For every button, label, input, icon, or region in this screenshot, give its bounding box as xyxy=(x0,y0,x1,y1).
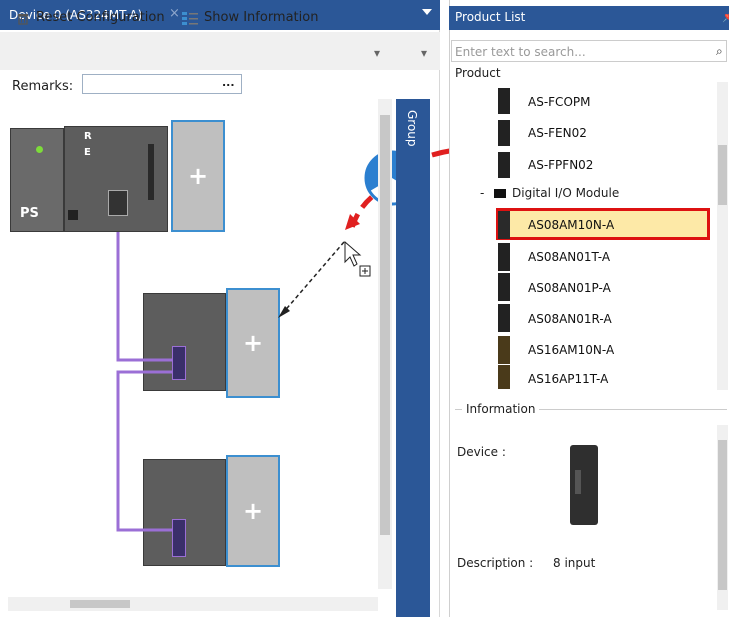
pin-icon[interactable]: 📌 xyxy=(722,10,729,23)
group-side-tab-label: Group xyxy=(405,110,419,147)
module-icon xyxy=(498,365,510,389)
module-icon xyxy=(498,88,510,114)
product-item[interactable]: AS16AM10N-A xyxy=(528,343,614,357)
module-icon xyxy=(498,243,510,271)
product-item[interactable]: AS-FCOPM xyxy=(528,95,590,109)
cable-line xyxy=(116,232,172,362)
product-item-selected[interactable]: AS08AM10N-A xyxy=(528,218,614,232)
information-title: Information xyxy=(462,402,540,416)
product-item[interactable]: AS16AP11T-A xyxy=(528,372,608,386)
product-list-scrollbar[interactable] xyxy=(717,82,728,390)
product-item[interactable]: AS08AN01R-A xyxy=(528,312,612,326)
module-icon xyxy=(498,211,510,239)
information-scroll-thumb[interactable] xyxy=(718,440,727,590)
group-side-tab[interactable] xyxy=(396,99,430,617)
module-icon xyxy=(498,336,510,364)
module-icon xyxy=(498,273,510,301)
product-item[interactable]: AS08AN01T-A xyxy=(528,250,610,264)
canvas-vertical-scroll-thumb[interactable] xyxy=(380,115,390,535)
collapse-icon[interactable]: - xyxy=(480,186,484,200)
module-icon xyxy=(498,152,510,178)
drag-guide-line xyxy=(281,241,345,315)
module-icon xyxy=(498,304,510,332)
drag-cursor-icon xyxy=(344,240,371,277)
cable-line xyxy=(116,370,172,532)
description-label: Description : xyxy=(457,556,534,570)
module-icon xyxy=(498,120,510,146)
product-item[interactable]: AS-FEN02 xyxy=(528,126,587,140)
canvas-horizontal-scroll-thumb[interactable] xyxy=(70,600,130,608)
device-preview-detail xyxy=(575,470,581,494)
device-label: Device : xyxy=(457,445,506,459)
category-digital-io[interactable]: Digital I/O Module xyxy=(512,186,619,200)
folder-icon xyxy=(494,189,506,198)
description-value: 8 input xyxy=(553,556,596,570)
product-list-scroll-thumb[interactable] xyxy=(718,145,727,205)
product-search-placeholder: Enter text to search... xyxy=(455,45,586,59)
product-column-header: Product xyxy=(455,66,501,80)
product-list-title: Product List xyxy=(455,10,526,24)
product-item[interactable]: AS08AN01P-A xyxy=(528,281,611,295)
product-item[interactable]: AS-FPFN02 xyxy=(528,158,593,172)
search-icon[interactable]: ⌕ xyxy=(716,44,723,59)
canvas-horizontal-scrollbar[interactable] xyxy=(8,597,378,611)
